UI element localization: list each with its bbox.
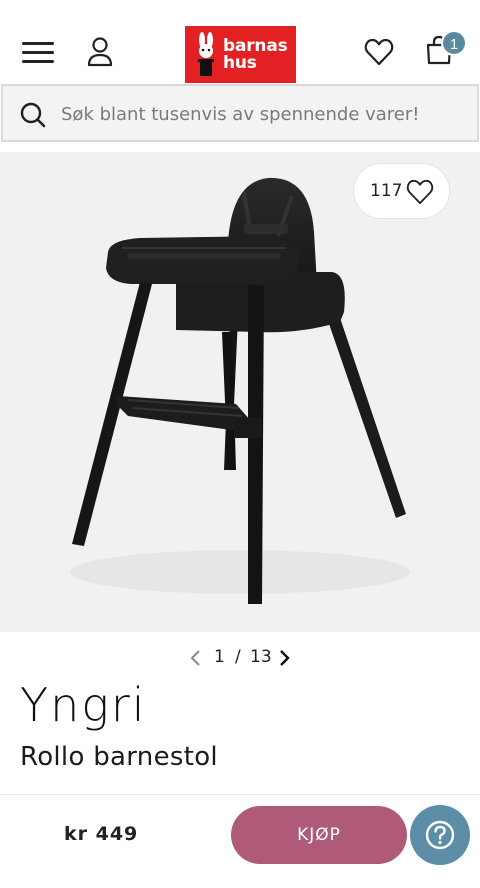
logo[interactable]: barnas hus: [185, 26, 296, 83]
pager-separator: /: [235, 647, 241, 667]
image-pager: 1 / 13: [0, 646, 480, 670]
chevron-left-icon[interactable]: [186, 648, 206, 668]
search-input[interactable]: [61, 98, 461, 130]
rabbit-logo-icon: [198, 32, 214, 76]
search-icon[interactable]: [19, 101, 47, 129]
buy-button[interactable]: KJØP: [231, 806, 407, 864]
header: barnas hus 1: [0, 0, 480, 86]
product-price: kr 449: [64, 823, 139, 845]
brand-name[interactable]: Yngri: [20, 682, 147, 728]
pager-total: 13: [250, 647, 272, 667]
pager-current: 1: [214, 647, 225, 667]
search-bar: [1, 84, 479, 142]
favorite-count: 117: [370, 181, 403, 201]
high-chair-image: [70, 177, 410, 604]
heart-icon: [406, 179, 434, 205]
cart-count-badge: 1: [441, 30, 467, 56]
product-title: Rollo barnestol: [20, 742, 218, 772]
logo-text: barnas hus: [223, 36, 288, 73]
heart-icon[interactable]: [364, 38, 394, 66]
question-icon: [425, 820, 455, 850]
help-button[interactable]: [410, 805, 470, 865]
chevron-right-icon[interactable]: [274, 648, 294, 668]
favorite-count-button[interactable]: 117: [353, 163, 450, 219]
product-image[interactable]: 117: [0, 152, 480, 632]
divider: [0, 794, 480, 795]
hamburger-menu-icon[interactable]: [22, 40, 54, 66]
user-icon[interactable]: [86, 36, 114, 68]
